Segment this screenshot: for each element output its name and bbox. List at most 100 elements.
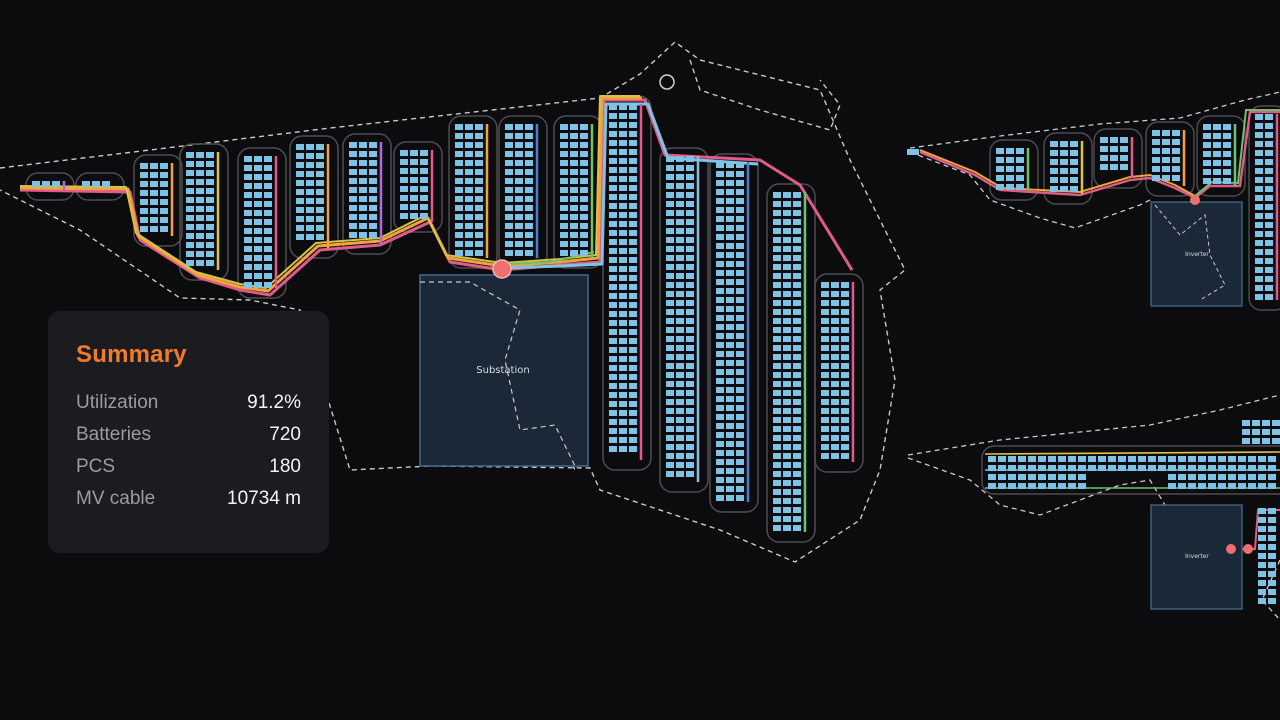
battery-unit[interactable]	[369, 196, 377, 202]
battery-unit[interactable]	[570, 169, 578, 175]
battery-unit[interactable]	[676, 156, 684, 162]
battery-unit[interactable]	[676, 255, 684, 261]
battery-unit[interactable]	[716, 378, 724, 384]
battery-unit[interactable]	[726, 171, 734, 177]
battery-unit[interactable]	[505, 142, 513, 148]
battery-unit[interactable]	[1078, 483, 1086, 489]
battery-unit[interactable]	[1255, 258, 1263, 264]
battery-unit[interactable]	[716, 342, 724, 348]
battery-unit[interactable]	[783, 318, 791, 324]
battery-unit[interactable]	[475, 214, 483, 220]
battery-unit[interactable]	[998, 474, 1006, 480]
battery-unit[interactable]	[455, 241, 463, 247]
battery-unit[interactable]	[1038, 465, 1046, 471]
battery-unit[interactable]	[349, 223, 357, 229]
battery-unit[interactable]	[264, 255, 272, 261]
battery-unit[interactable]	[465, 205, 473, 211]
battery-unit[interactable]	[716, 270, 724, 276]
battery-unit[interactable]	[254, 228, 262, 234]
battery-unit[interactable]	[821, 408, 829, 414]
battery-unit[interactable]	[1272, 429, 1280, 435]
battery-unit[interactable]	[841, 417, 849, 423]
battery-unit[interactable]	[1050, 159, 1058, 165]
battery-unit[interactable]	[666, 273, 674, 279]
battery-unit[interactable]	[609, 374, 617, 380]
battery-unit[interactable]	[186, 215, 194, 221]
battery-unit[interactable]	[821, 345, 829, 351]
battery-unit[interactable]	[821, 327, 829, 333]
battery-unit[interactable]	[841, 300, 849, 306]
battery-unit[interactable]	[686, 417, 694, 423]
battery-unit[interactable]	[1255, 222, 1263, 228]
battery-unit[interactable]	[609, 446, 617, 452]
battery-unit[interactable]	[1068, 456, 1076, 462]
battery-unit[interactable]	[716, 360, 724, 366]
battery-unit[interactable]	[773, 507, 781, 513]
battery-unit[interactable]	[773, 462, 781, 468]
battery-unit[interactable]	[244, 282, 252, 288]
battery-unit[interactable]	[359, 205, 367, 211]
battery-unit[interactable]	[465, 241, 473, 247]
battery-unit[interactable]	[1223, 151, 1231, 157]
battery-unit[interactable]	[736, 423, 744, 429]
battery-unit[interactable]	[726, 378, 734, 384]
battery-unit[interactable]	[686, 354, 694, 360]
battery-unit[interactable]	[726, 243, 734, 249]
battery-unit[interactable]	[196, 152, 204, 158]
battery-unit[interactable]	[1268, 589, 1276, 595]
battery-unit[interactable]	[1078, 474, 1086, 480]
battery-unit[interactable]	[841, 363, 849, 369]
battery-unit[interactable]	[619, 257, 627, 263]
battery-unit[interactable]	[1118, 465, 1126, 471]
battery-unit[interactable]	[619, 203, 627, 209]
battery-unit[interactable]	[1268, 562, 1276, 568]
battery-unit[interactable]	[783, 273, 791, 279]
battery-unit[interactable]	[196, 179, 204, 185]
battery-unit[interactable]	[254, 174, 262, 180]
battery-unit[interactable]	[560, 187, 568, 193]
battery-unit[interactable]	[515, 196, 523, 202]
battery-unit[interactable]	[1068, 474, 1076, 480]
battery-unit[interactable]	[726, 369, 734, 375]
battery-unit[interactable]	[841, 282, 849, 288]
battery-unit[interactable]	[686, 462, 694, 468]
battery-unit[interactable]	[1060, 186, 1068, 192]
battery-unit[interactable]	[773, 381, 781, 387]
battery-unit[interactable]	[1203, 124, 1211, 130]
battery-unit[interactable]	[716, 216, 724, 222]
battery-unit[interactable]	[306, 153, 314, 159]
battery-unit[interactable]	[1223, 169, 1231, 175]
battery-unit[interactable]	[264, 201, 272, 207]
battery-unit[interactable]	[831, 417, 839, 423]
battery-unit[interactable]	[716, 450, 724, 456]
battery-unit[interactable]	[686, 282, 694, 288]
battery-unit[interactable]	[1255, 141, 1263, 147]
battery-unit[interactable]	[988, 456, 996, 462]
battery-unit[interactable]	[244, 237, 252, 243]
battery-unit[interactable]	[296, 207, 304, 213]
battery-unit[interactable]	[609, 410, 617, 416]
battery-unit[interactable]	[736, 279, 744, 285]
battery-unit[interactable]	[306, 225, 314, 231]
battery-unit[interactable]	[515, 151, 523, 157]
battery-unit[interactable]	[619, 149, 627, 155]
battery-unit[interactable]	[736, 306, 744, 312]
battery-unit[interactable]	[1048, 456, 1056, 462]
battery-unit[interactable]	[783, 489, 791, 495]
battery-unit[interactable]	[52, 181, 60, 187]
battery-unit[interactable]	[1178, 456, 1186, 462]
battery-unit[interactable]	[1223, 133, 1231, 139]
battery-unit[interactable]	[316, 153, 324, 159]
battery-unit[interactable]	[316, 198, 324, 204]
battery-unit[interactable]	[186, 161, 194, 167]
battery-unit[interactable]	[1265, 240, 1273, 246]
battery-unit[interactable]	[1258, 571, 1266, 577]
battery-unit[interactable]	[609, 221, 617, 227]
battery-unit[interactable]	[736, 414, 744, 420]
battery-unit[interactable]	[676, 318, 684, 324]
battery-unit[interactable]	[666, 471, 674, 477]
battery-unit[interactable]	[821, 363, 829, 369]
battery-unit[interactable]	[515, 250, 523, 256]
battery-unit[interactable]	[1110, 146, 1118, 152]
battery-unit[interactable]	[666, 417, 674, 423]
